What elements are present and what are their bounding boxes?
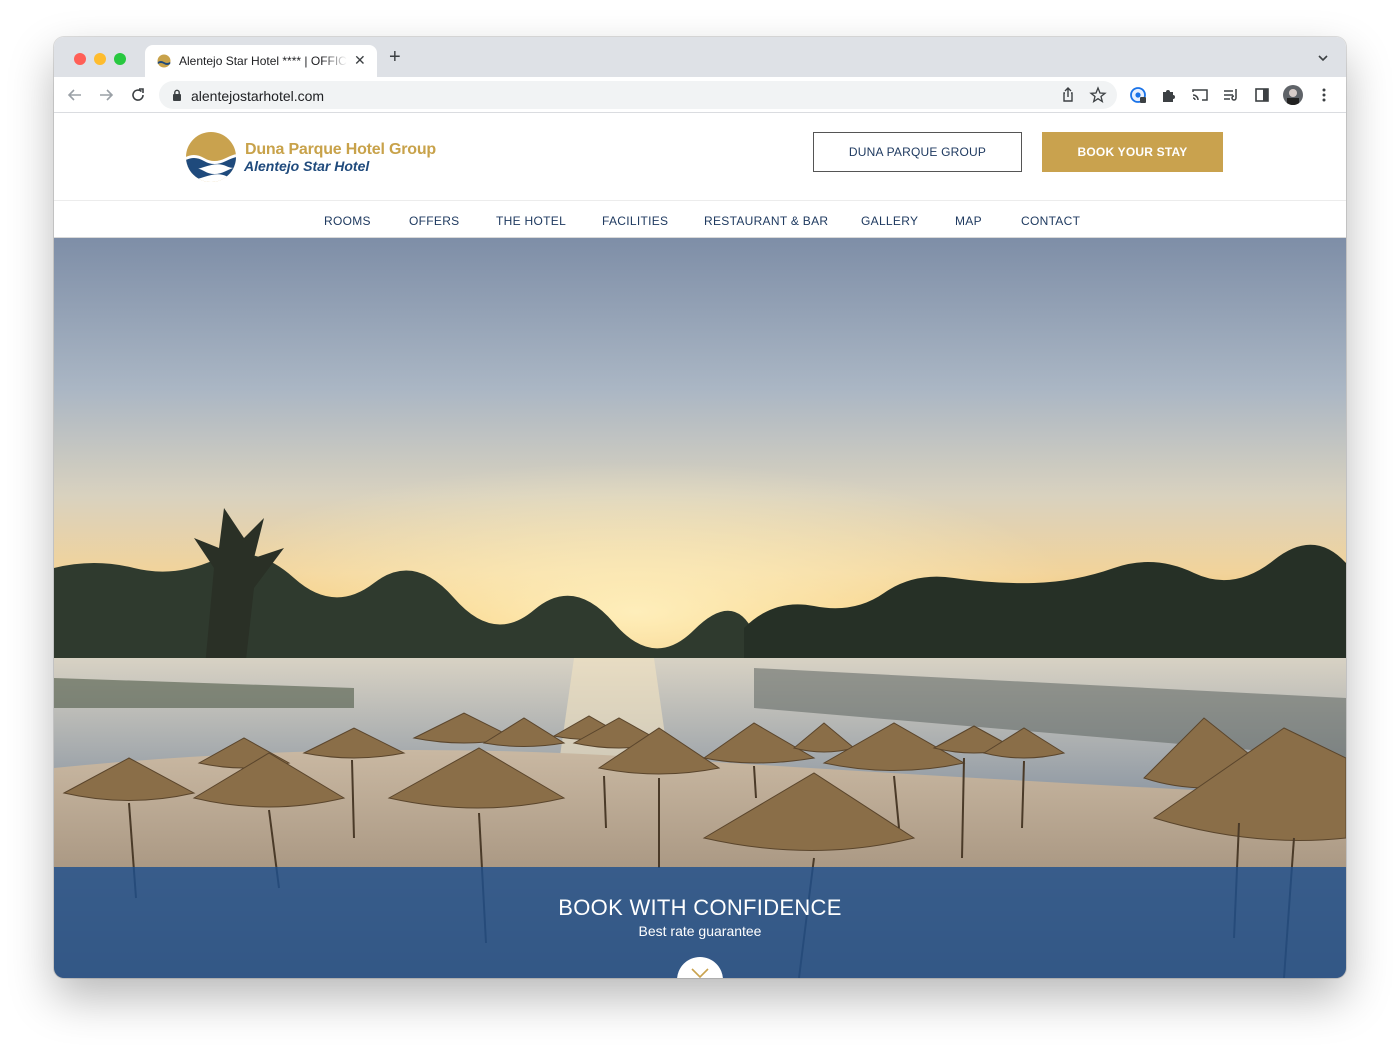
logo-hotel-name: Alentejo Star Hotel: [244, 158, 370, 174]
arrow-left-icon[interactable]: [66, 86, 84, 104]
star-icon[interactable]: [1089, 86, 1107, 104]
nav-rooms[interactable]: ROOMS: [324, 214, 371, 228]
hero-section: BOOK WITH CONFIDENCE Best rate guarantee: [54, 238, 1346, 978]
new-tab-button[interactable]: +: [389, 47, 401, 67]
reading-list-icon[interactable]: [1222, 86, 1240, 104]
banner-subtitle: Best rate guarantee: [638, 923, 762, 939]
avatar[interactable]: [1283, 85, 1303, 105]
arrow-right-icon[interactable]: [97, 86, 115, 104]
extension-icon[interactable]: [1129, 86, 1147, 104]
nav-offers[interactable]: OFFERS: [409, 214, 459, 228]
favicon-icon: [157, 54, 171, 68]
tab-title: Alentejo Star Hotel **** | OFFICIAL SITE: [179, 54, 347, 68]
chevron-down-icon[interactable]: [1316, 51, 1330, 65]
profile-icon: [1287, 89, 1299, 105]
cast-icon[interactable]: [1191, 86, 1209, 104]
close-window-button[interactable]: [74, 53, 86, 65]
nav-gallery[interactable]: GALLERY: [861, 214, 918, 228]
share-icon[interactable]: [1059, 86, 1077, 104]
nav-facilities[interactable]: FACILITIES: [602, 214, 668, 228]
browser-toolbar: alentejostarhotel.com: [54, 77, 1346, 113]
nav-the-hotel[interactable]: THE HOTEL: [496, 214, 566, 228]
hotel-logo-icon[interactable]: [184, 130, 238, 184]
book-your-stay-button[interactable]: BOOK YOUR STAY: [1042, 132, 1223, 172]
reload-icon[interactable]: [129, 86, 147, 104]
url-text[interactable]: alentejostarhotel.com: [191, 88, 324, 104]
minimize-window-button[interactable]: [94, 53, 106, 65]
nav-restaurant-bar[interactable]: RESTAURANT & BAR: [704, 214, 828, 228]
tab-strip: Alentejo Star Hotel **** | OFFICIAL SITE…: [54, 37, 1346, 77]
main-nav: ROOMS OFFERS THE HOTEL FACILITIES RESTAU…: [54, 200, 1346, 238]
browser-window: Alentejo Star Hotel **** | OFFICIAL SITE…: [54, 37, 1346, 978]
maximize-window-button[interactable]: [114, 53, 126, 65]
banner-title: BOOK WITH CONFIDENCE: [558, 895, 842, 920]
nav-map[interactable]: MAP: [955, 214, 982, 228]
address-bar[interactable]: alentejostarhotel.com: [159, 81, 1117, 109]
duna-parque-group-button[interactable]: DUNA PARQUE GROUP: [813, 132, 1022, 172]
logo-group-name: Duna Parque Hotel Group: [245, 141, 436, 158]
lock-icon: [173, 89, 181, 101]
puzzle-icon[interactable]: [1160, 86, 1178, 104]
browser-tab[interactable]: Alentejo Star Hotel **** | OFFICIAL SITE…: [145, 45, 377, 77]
tab-close-icon[interactable]: ✕: [354, 52, 366, 68]
site-header: Duna Parque Hotel Group Alentejo Star Ho…: [54, 114, 1346, 200]
side-panel-icon[interactable]: [1253, 86, 1271, 104]
nav-contact[interactable]: CONTACT: [1021, 214, 1080, 228]
chevron-down-icon: [691, 968, 709, 978]
kebab-menu-icon[interactable]: [1315, 86, 1333, 104]
